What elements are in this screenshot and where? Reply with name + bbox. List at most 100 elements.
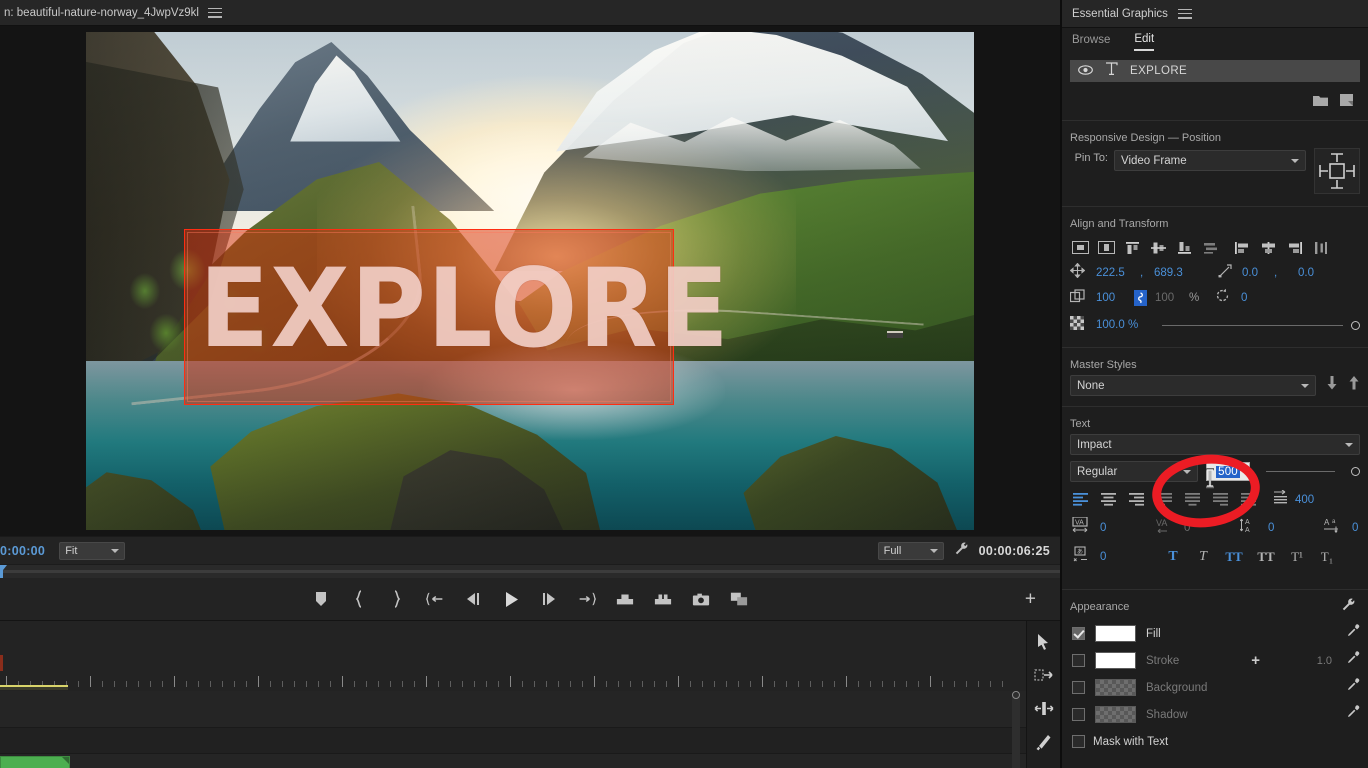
eyedropper-icon[interactable] [1346,651,1360,670]
pin-to-diagram[interactable] [1314,148,1360,194]
monitor-viewport[interactable]: EXPLORE [0,26,1060,536]
eyedropper-icon[interactable] [1346,624,1360,643]
marker-icon[interactable] [312,590,330,608]
anchor-y-field[interactable]: 0.0 [1282,267,1314,279]
go-to-out-icon[interactable] [578,590,596,608]
superscript-button[interactable]: T¹ [1282,549,1312,565]
distribute-horizontal-icon[interactable] [1312,240,1329,255]
anchor-x-field[interactable]: 0.0 [1242,267,1274,279]
tab-edit[interactable]: Edit [1134,33,1155,51]
align-middle-icon[interactable] [1150,240,1167,255]
align-center-v-frame-icon[interactable] [1098,240,1115,255]
arrow-up-icon[interactable] [1348,376,1360,395]
scale-x-field[interactable]: 100 [1096,292,1134,304]
video-track-v1[interactable] [0,691,1026,728]
folder-icon[interactable] [1313,94,1328,112]
plus-icon[interactable]: + [1251,652,1260,669]
lift-icon[interactable] [616,590,634,608]
pin-to-select[interactable]: Video Frame [1114,150,1306,171]
button-editor-plus[interactable]: + [1025,590,1036,609]
mask-with-text-row[interactable]: Mask with Text [1062,728,1368,755]
distribute-vertical-icon[interactable] [1202,240,1219,255]
timeline-canvas[interactable] [0,621,1026,768]
extract-icon[interactable] [654,590,672,608]
tab-browse[interactable]: Browse [1072,34,1110,50]
playback-resolution-select[interactable]: Full [877,541,944,560]
razor-icon[interactable] [1033,734,1055,751]
link-icon[interactable] [1134,290,1147,306]
align-left-icon[interactable] [1234,240,1251,255]
rotation-field[interactable]: 0 [1241,292,1247,304]
mark-in-icon[interactable] [350,590,368,608]
timeline-ruler[interactable] [0,673,1026,687]
tsume-field[interactable]: 0 [1096,551,1158,563]
text-align-justify-last-center[interactable] [1184,492,1201,507]
align-bottom-icon[interactable] [1176,240,1193,255]
new-layer-icon[interactable] [1340,94,1354,112]
audio-track-a1[interactable] [0,728,1026,754]
faux-bold-button[interactable]: T [1158,549,1188,565]
small-caps-button[interactable]: TT [1250,549,1282,565]
font-style-select[interactable]: Regular [1070,461,1198,482]
text-align-justify-all[interactable] [1240,492,1257,507]
stroke-color-swatch[interactable] [1095,652,1136,669]
mark-out-icon[interactable] [388,590,406,608]
stroke-checkbox[interactable] [1072,654,1085,667]
step-forward-icon[interactable] [540,590,558,608]
zoom-level-select[interactable]: Fit [59,541,126,560]
text-align-left[interactable] [1072,492,1089,507]
align-top-icon[interactable] [1124,240,1141,255]
tracking-field[interactable]: 0 [1096,522,1156,534]
opacity-slider-knob[interactable] [1351,320,1360,330]
leading-field[interactable]: 0 [1264,522,1324,534]
layer-list-item-explore[interactable]: EXPLORE [1070,60,1360,82]
monitor-scrub-bar[interactable] [0,564,1060,579]
opacity-slider-track[interactable] [1162,324,1343,326]
duration-timecode[interactable]: 00:00:06:25 [979,544,1050,558]
font-size-slider-track[interactable] [1266,471,1335,472]
move-icon[interactable] [1069,262,1096,283]
hamburger-icon[interactable] [207,7,222,19]
shadow-color-swatch[interactable] [1095,706,1136,723]
video-frame[interactable]: EXPLORE [86,32,974,530]
shadow-checkbox[interactable] [1072,708,1085,721]
all-caps-button[interactable]: TT [1218,549,1250,565]
scale-icon[interactable] [1069,288,1096,308]
scale-y-field[interactable]: 100 [1147,292,1189,304]
kerning-field[interactable]: 0 [1180,522,1240,534]
align-center-h-frame-icon[interactable] [1072,240,1089,255]
subscript-button[interactable]: T₁ [1312,549,1342,565]
faux-italic-button[interactable]: T [1188,549,1218,565]
position-y-field[interactable]: 689.3 [1148,267,1218,279]
track-select-icon[interactable] [1033,668,1055,683]
font-family-select[interactable]: Impact [1070,434,1360,455]
comparison-view-icon[interactable] [730,590,748,608]
explore-title-text[interactable]: EXPLORE [199,254,730,363]
camera-icon[interactable] [692,590,710,608]
line-spacing-field[interactable]: 400 [1295,494,1314,506]
wrench-icon[interactable] [954,541,969,561]
eye-icon[interactable] [1078,62,1093,80]
work-area-bar[interactable] [0,685,68,690]
eyedropper-icon[interactable] [1346,678,1360,697]
text-align-justify-last-left[interactable] [1156,492,1173,507]
arrow-down-icon[interactable] [1326,376,1338,395]
opacity-field[interactable]: 100.0 % [1096,319,1154,331]
anchor-point-icon[interactable] [1218,263,1242,283]
rotation-icon[interactable] [1215,288,1241,308]
hamburger-icon[interactable] [1177,8,1192,20]
text-align-center[interactable] [1100,492,1117,507]
mask-with-text-checkbox[interactable] [1072,735,1085,748]
position-x-field[interactable]: 222.5 [1096,267,1140,279]
play-icon[interactable] [502,590,520,608]
ripple-edit-icon[interactable] [1033,701,1055,716]
arrow-cursor-icon[interactable] [1033,633,1055,650]
timeline-vertical-scrollbar[interactable] [1012,691,1020,768]
stroke-width-field[interactable]: 1.0 [1317,655,1336,667]
timeline-clip[interactable] [0,756,70,768]
go-to-in-icon[interactable] [426,590,444,608]
master-style-select[interactable]: None [1070,375,1316,396]
font-size-slider-knob[interactable] [1351,467,1360,476]
monitor-playhead[interactable] [0,565,7,579]
audio-track-a2[interactable] [0,754,1026,768]
